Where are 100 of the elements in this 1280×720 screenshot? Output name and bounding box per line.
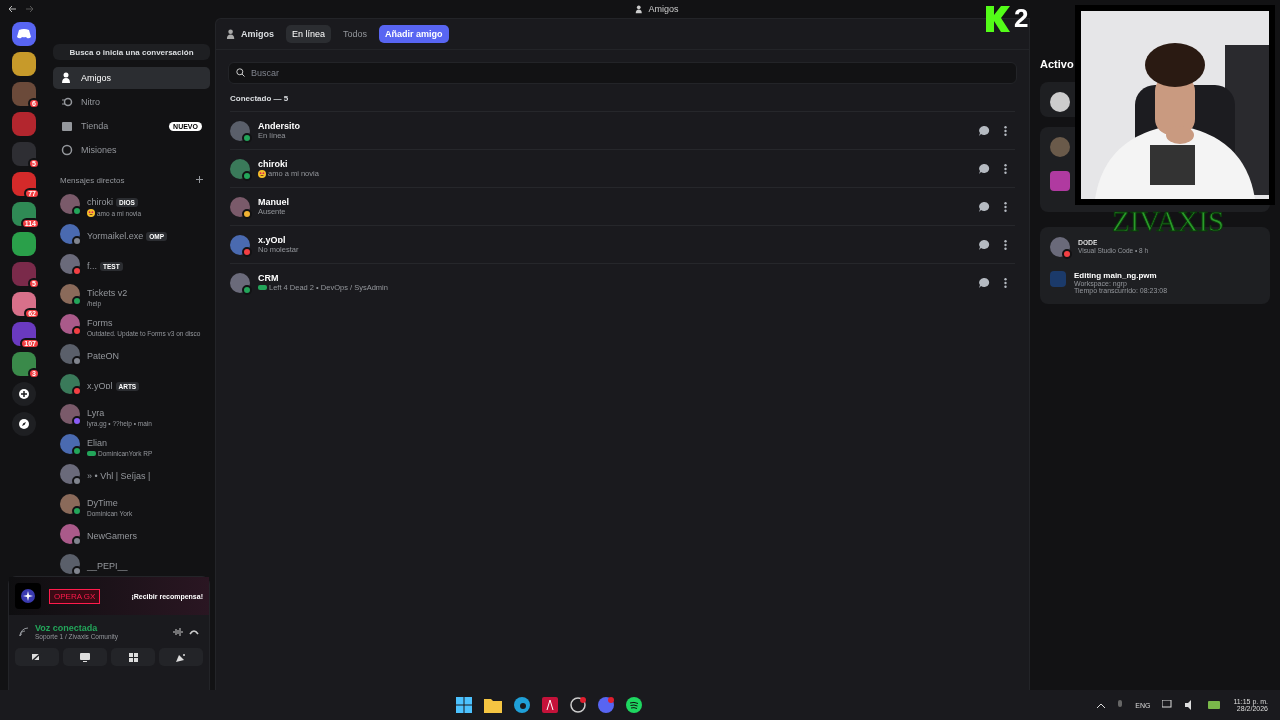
back-icon[interactable] [8,5,17,13]
server-icon[interactable] [12,52,36,76]
compass-icon [19,419,29,429]
message-icon[interactable] [979,125,990,136]
more-icon[interactable] [1004,277,1007,288]
search-field[interactable]: Buscar [228,62,1017,84]
dm-name: chiroki [87,197,113,207]
add-server-button[interactable] [12,382,36,406]
message-icon[interactable] [979,277,990,288]
conversation-search[interactable]: Busca o inicia una conversación [53,44,210,60]
panel-title: Activo [1040,58,1075,70]
server-icon[interactable] [12,232,36,256]
more-icon[interactable] [1004,201,1007,212]
emoji-icon [258,169,266,178]
friend-name: x.yOɒl [258,235,287,245]
music-icon[interactable] [625,697,642,713]
section-label: Conectado — 5 [229,94,290,105]
camera-off-button[interactable] [15,648,59,666]
user-name: ᴅᴏᴅᴇ [1078,237,1099,247]
friends-icon [226,28,237,40]
nitro-icon [61,96,73,108]
k-logo-icon [986,5,1010,32]
microphone-icon[interactable] [1117,700,1124,710]
avatar [1050,171,1070,191]
friend-name: Andersito [258,121,300,131]
add-icon[interactable] [196,176,203,183]
tab[interactable]: Todos [337,25,374,43]
tab[interactable]: En línea [286,25,332,43]
dm-name: Forms [87,317,113,328]
more-icon[interactable] [1004,239,1007,250]
start-icon[interactable] [455,697,472,713]
friends-icon [635,4,645,14]
promo-logo: OPERA GX [49,588,101,604]
nav-label: Nitro [81,97,100,107]
record-icon[interactable] [569,697,586,713]
more-icon[interactable] [1004,163,1007,174]
emoji-icon [87,209,95,217]
add-friend-button[interactable]: Añadir amigo [379,25,449,43]
dm-item[interactable]: » • Vhl | Seíjas | [48,459,215,489]
browser-icon[interactable] [513,697,530,713]
grid-icon [128,652,138,662]
dm-name: NewGamers [87,531,137,541]
soundboard-button[interactable] [159,648,203,666]
message-icon[interactable] [979,163,990,174]
friends-icon [61,72,73,84]
page-title: Amigos [241,29,274,39]
forward-icon[interactable] [25,5,34,13]
hang-up-icon[interactable] [189,628,199,635]
compass-button[interactable] [12,412,36,436]
shop-icon [61,120,73,132]
friend-name: chiroki [258,159,289,169]
search-icon [236,68,245,77]
dm-name: PateON [87,351,119,361]
dm-name: Yormaikel.exe [87,231,144,241]
camera-off-icon [32,653,42,661]
monitor-icon [80,652,90,662]
party-icon [176,652,186,662]
dm-name: f... [87,261,97,271]
dm-name: Tickets v2 [87,287,128,298]
logo-icon [17,29,31,39]
dm-name: __PEPI__ [87,561,128,571]
nav-item[interactable]: Nitro [53,91,210,113]
dm-name: Lyra [87,407,105,418]
message-icon[interactable] [979,239,990,250]
overlay-name: ZIVAXIS [1112,207,1225,236]
avatar [1050,137,1070,157]
friend-name: Manuel [258,197,289,207]
dm-name: Elian [87,437,107,448]
network-icon[interactable] [1162,700,1174,710]
window-title: Amigos [648,4,679,14]
friend-name: CRM [258,273,280,283]
activity-detail: Editing main_ng.pwm [1074,271,1158,280]
chat-app-icon[interactable] [597,697,614,713]
section-label: Mensajes directos [60,176,125,185]
battery-icon[interactable] [1208,701,1222,709]
dm-name: DyTime [87,497,118,508]
plus-icon [19,389,29,399]
screen-share-button[interactable] [63,648,107,666]
dm-item[interactable]: NewGamers [48,519,215,549]
signal-icon [19,626,29,637]
quests-icon [61,144,73,156]
folder-icon[interactable] [483,697,502,713]
more-icon[interactable] [1004,125,1007,136]
app-icon [1050,271,1066,287]
nav-label: Tienda [81,121,109,131]
nav-label: Misiones [81,145,117,155]
voice-status: Voz conectada [35,623,99,633]
avatar [1050,92,1070,112]
nav-item[interactable]: Amigos [53,67,210,89]
overlay-logo: 2 [1014,3,1029,34]
nav-label: Amigos [81,73,111,83]
app-icon[interactable] [541,697,558,713]
nav-item[interactable]: Misiones [53,139,210,161]
message-icon[interactable] [979,201,990,212]
chevron-up-icon[interactable] [1097,702,1106,708]
activities-button[interactable] [111,648,155,666]
dm-name: » • Vhl | Seíjas | [87,471,151,481]
home-button[interactable] [12,22,36,46]
dm-name: x.yOɒl [87,381,113,391]
dm-item[interactable]: PateON [48,339,215,369]
